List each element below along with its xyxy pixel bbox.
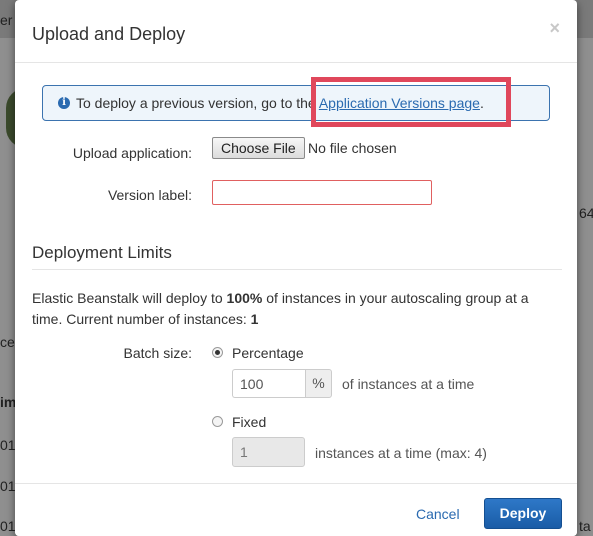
version-label-label: Version label: (107, 187, 192, 203)
fixed-radio[interactable] (212, 416, 223, 427)
percentage-radio[interactable] (212, 347, 223, 358)
percentage-label: Percentage (232, 345, 304, 361)
upload-application-label: Upload application: (72, 145, 192, 161)
file-status: No file chosen (308, 140, 397, 156)
modal-title: Upload and Deploy (32, 24, 186, 44)
description-percent: 100% (226, 290, 263, 306)
close-icon[interactable]: × (549, 18, 560, 39)
percentage-suffix: of instances at a time (342, 376, 475, 392)
info-message: To deploy a previous version, go to the (76, 95, 319, 111)
deployment-limits-heading: Deployment Limits (32, 243, 172, 262)
highlight-annotation (311, 77, 511, 127)
batch-size-label: Batch size: (123, 345, 192, 361)
fixed-suffix: instances at a time (max: 4) (315, 445, 487, 461)
background-text: 64b (579, 205, 593, 221)
background-text: ce (0, 334, 15, 350)
deployment-description: Elastic Beanstalk will deploy to 100% of… (32, 288, 552, 330)
upload-deploy-modal: Upload and Deploy × i To deploy a previo… (15, 0, 577, 536)
info-icon: i (58, 97, 70, 109)
choose-file-button[interactable]: Choose File (212, 137, 305, 159)
fixed-input[interactable] (232, 437, 305, 467)
percentage-input[interactable] (232, 369, 305, 398)
version-label-input[interactable] (212, 180, 432, 205)
description-instance-count: 1 (250, 311, 259, 327)
percent-addon: % (305, 369, 332, 398)
section-divider (32, 269, 562, 270)
description-text: Elastic Beanstalk will deploy to (32, 290, 227, 306)
background-text: er (0, 12, 13, 28)
cancel-button[interactable]: Cancel (416, 506, 460, 522)
background-text: 01 (0, 518, 16, 534)
fixed-label: Fixed (232, 414, 267, 430)
modal-header: Upload and Deploy × (15, 0, 577, 63)
deploy-button[interactable]: Deploy (484, 498, 562, 529)
background-text: ta (579, 518, 591, 534)
